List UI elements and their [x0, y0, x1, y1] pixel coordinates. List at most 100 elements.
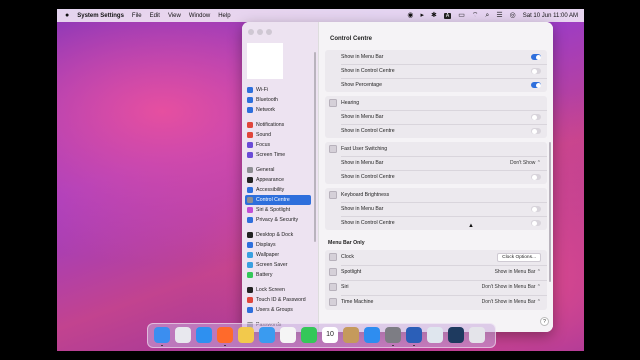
apple-id-profile[interactable] — [247, 43, 283, 79]
sidebar-item-label: Privacy & Security — [256, 217, 299, 223]
sidebar-item-network[interactable]: Network — [245, 105, 311, 115]
sidebar-item-users-groups[interactable]: Users & Groups — [245, 305, 311, 315]
hearing-control-centre-toggle[interactable] — [531, 128, 541, 134]
sidebar-item-icon — [247, 287, 253, 293]
kb-control-centre-toggle[interactable] — [531, 220, 541, 226]
battery-icon[interactable]: ▭ — [458, 12, 465, 19]
siri-row: Siri Don't Show in Menu Bar ⌃ — [325, 280, 547, 294]
dock-safari-icon[interactable] — [196, 327, 212, 343]
dock-facetime-icon[interactable] — [301, 327, 317, 343]
sidebar-item-appearance[interactable]: Appearance — [245, 175, 311, 185]
dock-calendar-icon[interactable]: 10 — [322, 327, 338, 343]
sidebar-item-label: Focus — [256, 142, 271, 148]
fast-user-switching-header: Fast User Switching — [325, 142, 547, 156]
sidebar-item-privacy-security[interactable]: Privacy & Security — [245, 215, 311, 225]
sidebar-item-touch-id-password[interactable]: Touch ID & Password — [245, 295, 311, 305]
menu-help[interactable]: Help — [218, 13, 230, 19]
sidebar-item-control-centre[interactable]: Control Centre — [245, 195, 311, 205]
fast-user-switching-icon — [329, 145, 337, 153]
zoom-window-icon[interactable] — [266, 29, 272, 35]
dock-launchpad-icon[interactable] — [175, 327, 191, 343]
clock[interactable]: Sat 10 Jun 11:00 AM — [523, 13, 578, 19]
sidebar-item-icon — [247, 297, 253, 303]
dock-app-store-icon[interactable] — [364, 327, 380, 343]
keyboard-brightness-group: Keyboard Brightness Show in Menu Bar Sho… — [325, 188, 547, 230]
dock-photos-icon[interactable] — [280, 327, 296, 343]
menu-file[interactable]: File — [132, 13, 142, 19]
sidebar-item-label: Notifications — [256, 122, 285, 128]
row-label: Show Percentage — [341, 82, 382, 88]
dock-finder-icon[interactable] — [154, 327, 170, 343]
sidebar-item-bluetooth[interactable]: Bluetooth — [245, 95, 311, 105]
sidebar-item-label: Screen Time — [256, 152, 286, 158]
dock-system-settings-icon[interactable] — [385, 327, 401, 343]
help-button[interactable]: ? — [540, 317, 549, 326]
record-icon[interactable]: ◉ — [407, 12, 413, 19]
sidebar-item-icon — [247, 107, 253, 113]
menu-edit[interactable]: Edit — [150, 13, 160, 19]
sidebar-item-icon — [247, 167, 253, 173]
row-label: Spotlight — [341, 269, 362, 275]
app-menu-system-settings[interactable]: System Settings — [77, 13, 124, 19]
dock-preview-icon[interactable] — [427, 327, 443, 343]
fus-control-centre-toggle[interactable] — [531, 174, 541, 180]
spotlight-icon[interactable]: ⌕ — [485, 12, 489, 19]
sidebar-item-icon — [247, 252, 253, 258]
battery-show-in-control-centre-row: Show in Control Centre — [325, 64, 547, 78]
minimize-window-icon[interactable] — [257, 29, 263, 35]
sidebar-scrollbar[interactable] — [314, 52, 316, 242]
dock-chrome-icon[interactable] — [238, 327, 254, 343]
battery-control-centre-toggle[interactable] — [531, 68, 541, 74]
sidebar-item-wi-fi[interactable]: Wi-Fi — [245, 85, 311, 95]
spotlight-popup[interactable]: Show in Menu Bar ⌃ — [495, 269, 541, 275]
control-centre-icon[interactable]: ☰ — [496, 12, 502, 19]
dock-notes-icon[interactable] — [343, 327, 359, 343]
close-window-icon[interactable] — [248, 29, 254, 35]
menu-window[interactable]: Window — [189, 13, 210, 19]
sidebar-item-battery[interactable]: Battery — [245, 270, 311, 280]
sidebar-item-accessibility[interactable]: Accessibility — [245, 185, 311, 195]
sidebar-item-sound[interactable]: Sound — [245, 130, 311, 140]
sidebar-item-wallpaper[interactable]: Wallpaper — [245, 250, 311, 260]
sidebar-item-focus[interactable]: Focus — [245, 140, 311, 150]
dock-quicktime-icon[interactable] — [448, 327, 464, 343]
sidebar-item-screen-time[interactable]: Screen Time — [245, 150, 311, 160]
sidebar-item-icon — [247, 122, 253, 128]
hearing-menu-bar-toggle[interactable] — [531, 114, 541, 120]
fus-menu-bar-popup[interactable]: Don't Show ⌃ — [510, 160, 541, 166]
sidebar-item-desktop-dock[interactable]: Desktop & Dock — [245, 230, 311, 240]
apple-menu-icon[interactable]: ● — [65, 12, 69, 19]
battery-show-in-menu-bar-row: Show in Menu Bar — [325, 50, 547, 64]
sidebar-item-displays[interactable]: Displays — [245, 240, 311, 250]
dock-trash-icon[interactable] — [469, 327, 485, 343]
time-machine-popup[interactable]: Don't Show in Menu Bar ⌃ — [482, 299, 541, 305]
sidebar-item-icon — [247, 307, 253, 313]
sidebar-item-general[interactable]: General — [245, 165, 311, 175]
battery-menu-bar-toggle[interactable] — [531, 54, 541, 60]
dock-mail-icon[interactable] — [259, 327, 275, 343]
dock-firefox-icon[interactable] — [217, 327, 233, 343]
menu-view[interactable]: View — [168, 13, 181, 19]
sidebar-item-screen-saver[interactable]: Screen Saver — [245, 260, 311, 270]
sidebar-item-siri-spotlight[interactable]: Siri & Spotlight — [245, 205, 311, 215]
battery-percentage-toggle[interactable] — [531, 82, 541, 88]
play-icon[interactable]: ▸ — [420, 12, 424, 19]
bluetooth-icon[interactable]: ✱ — [431, 12, 437, 19]
sidebar-item-label: Wallpaper — [256, 252, 280, 258]
sidebar-item-notifications[interactable]: Notifications — [245, 120, 311, 130]
siri-icon[interactable]: ◎ — [510, 12, 516, 19]
wifi-icon[interactable]: ⌔ — [472, 12, 479, 19]
kb-show-in-menu-bar-row: Show in Menu Bar — [325, 202, 547, 216]
dock-word-icon[interactable] — [406, 327, 422, 343]
clock-row: Clock Clock Options... — [325, 250, 547, 264]
content-scrollbar[interactable] — [549, 142, 551, 282]
sidebar-item-label: Touch ID & Password — [256, 297, 306, 303]
kb-menu-bar-toggle[interactable] — [531, 206, 541, 212]
input-source-badge[interactable]: A — [443, 12, 452, 19]
sidebar-item-lock-screen[interactable]: Lock Screen — [245, 285, 311, 295]
clock-options-button[interactable]: Clock Options... — [497, 252, 541, 262]
sidebar-item-icon — [247, 262, 253, 268]
sidebar-item-label: Displays — [256, 242, 276, 248]
sidebar-item-label: Battery — [256, 272, 273, 278]
siri-popup[interactable]: Don't Show in Menu Bar ⌃ — [482, 284, 541, 290]
